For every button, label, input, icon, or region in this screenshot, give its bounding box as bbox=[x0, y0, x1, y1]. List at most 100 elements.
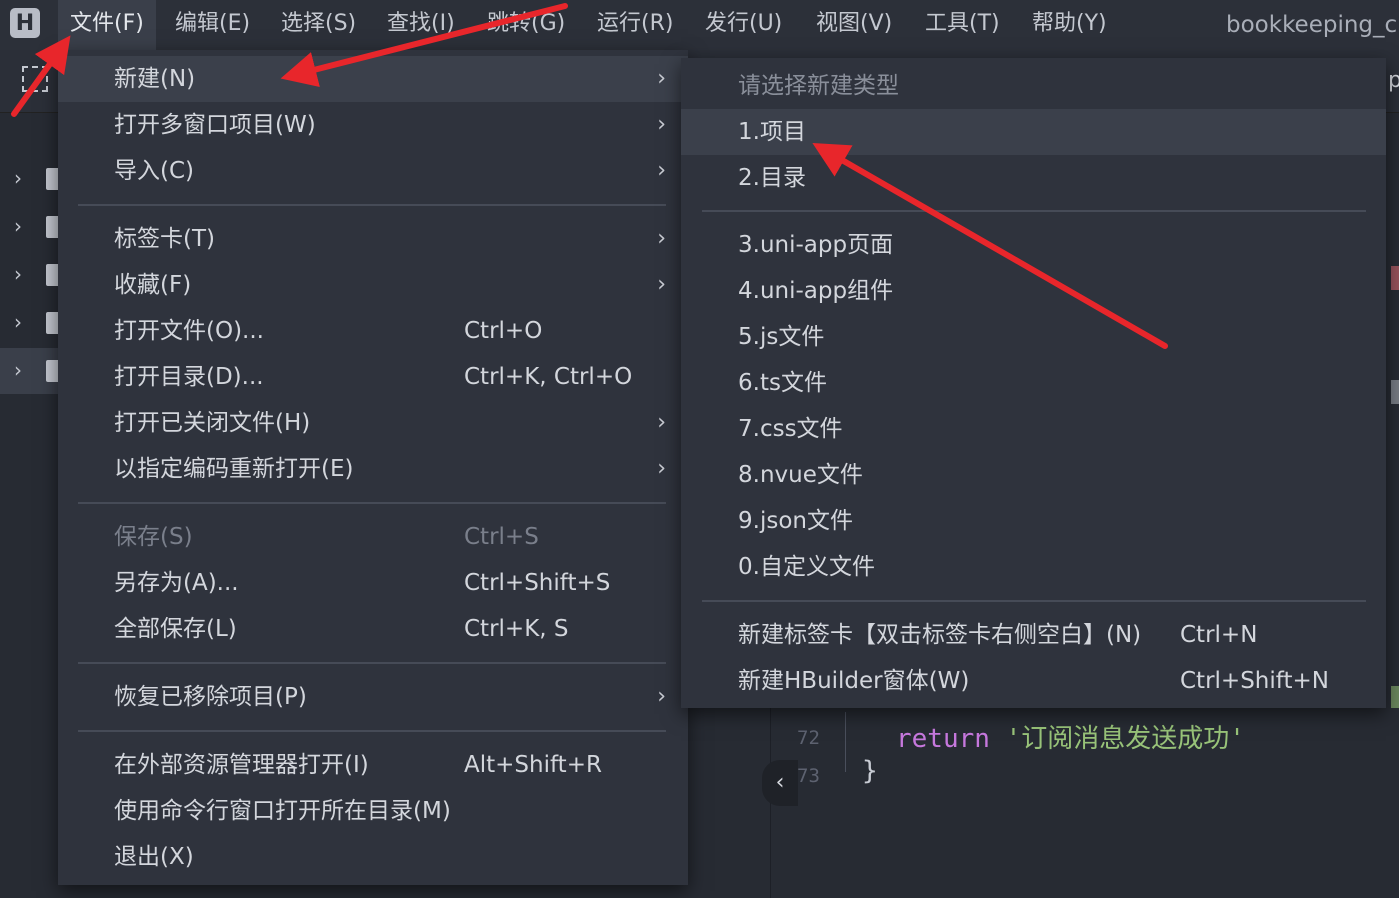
code-line: return '订阅消息发送成功' bbox=[896, 718, 1245, 755]
editor-tab[interactable]: p bbox=[1388, 68, 1399, 93]
menu-item-open-multi-window-project[interactable]: 打开多窗口项目(W) › bbox=[58, 102, 688, 148]
chevron-right-icon: › bbox=[657, 158, 666, 183]
menubar: H 文件(F) 编辑(E) 选择(S) 查找(I) 跳转(G) 运行(R) 发行… bbox=[0, 0, 1399, 50]
tree-item[interactable]: › bbox=[0, 156, 60, 202]
menu-item-import[interactable]: 导入(C) › bbox=[58, 148, 688, 194]
menu-item-favorites[interactable]: 收藏(F) › bbox=[58, 262, 688, 308]
menu-publish[interactable]: 发行(U) bbox=[705, 0, 782, 50]
menu-item-label: 在外部资源管理器打开(I) bbox=[114, 752, 369, 778]
menu-goto[interactable]: 跳转(G) bbox=[487, 0, 565, 50]
menu-item-label: 保存(S) bbox=[114, 524, 193, 550]
menu-separator bbox=[78, 204, 666, 206]
menu-item-open-file[interactable]: 打开文件(O)... Ctrl+O bbox=[58, 308, 688, 354]
menu-item-label: 打开文件(O)... bbox=[114, 318, 264, 344]
menu-item-new-project[interactable]: 1.项目 bbox=[681, 109, 1386, 155]
code-fragment bbox=[1391, 266, 1399, 290]
code-string: '订阅消息发送成功' bbox=[1005, 724, 1245, 754]
menu-item-shortcut: Alt+Shift+R bbox=[464, 752, 602, 778]
menu-item-label: 恢复已移除项目(P) bbox=[114, 684, 307, 710]
menu-select[interactable]: 选择(S) bbox=[281, 0, 356, 50]
menu-item-new-custom-file[interactable]: 0.自定义文件 bbox=[681, 544, 1386, 590]
menu-item-label: 另存为(A)... bbox=[114, 570, 239, 596]
menu-item-shortcut: Ctrl+S bbox=[464, 524, 539, 550]
menu-item-new-nvue-file[interactable]: 8.nvue文件 bbox=[681, 452, 1386, 498]
submenu-header: 请选择新建类型 bbox=[681, 63, 1386, 109]
menu-item-save-as[interactable]: 另存为(A)... Ctrl+Shift+S bbox=[58, 560, 688, 606]
menu-item-new-js-file[interactable]: 5.js文件 bbox=[681, 314, 1386, 360]
menu-find[interactable]: 查找(I) bbox=[387, 0, 455, 50]
menu-item-new-tab[interactable]: 新建标签卡【双击标签卡右侧空白】(N) Ctrl+N bbox=[681, 612, 1386, 658]
menu-item-reopen-with-encoding[interactable]: 以指定编码重新打开(E) › bbox=[58, 446, 688, 492]
menu-item-label: 新建(N) bbox=[114, 66, 196, 92]
menu-item-shortcut: Ctrl+Shift+N bbox=[1180, 668, 1329, 694]
chevron-right-icon: › bbox=[657, 456, 666, 481]
menu-item-label: 导入(C) bbox=[114, 158, 195, 184]
menu-item-label: 打开目录(D)... bbox=[114, 364, 264, 390]
code-keyword: return bbox=[896, 724, 990, 754]
submenu-header-label: 请选择新建类型 bbox=[738, 73, 899, 99]
indent-guide bbox=[845, 712, 846, 772]
chevron-right-icon: › bbox=[14, 166, 22, 190]
menu-item-label: 标签卡(T) bbox=[114, 226, 215, 252]
menu-item-shortcut: Ctrl+N bbox=[1180, 622, 1258, 648]
menu-separator bbox=[78, 502, 666, 504]
menu-item-shortcut: Ctrl+K, S bbox=[464, 616, 569, 642]
menu-item-new-json-file[interactable]: 9.json文件 bbox=[681, 498, 1386, 544]
menu-item-label: 打开已关闭文件(H) bbox=[114, 410, 311, 436]
menu-item-open-directory[interactable]: 打开目录(D)... Ctrl+K, Ctrl+O bbox=[58, 354, 688, 400]
menu-item-new-uniapp-component[interactable]: 4.uni-app组件 bbox=[681, 268, 1386, 314]
menu-item-shortcut: Ctrl+Shift+S bbox=[464, 570, 611, 596]
new-submenu: 请选择新建类型 1.项目 2.目录 3.uni-app页面 4.uni-app组… bbox=[681, 58, 1386, 708]
menu-item-label: 5.js文件 bbox=[738, 324, 825, 350]
menu-item-new-hbuilder-window[interactable]: 新建HBuilder窗体(W) Ctrl+Shift+N bbox=[681, 658, 1386, 704]
menu-item-save-all[interactable]: 全部保存(L) Ctrl+K, S bbox=[58, 606, 688, 652]
tree-item[interactable]: › bbox=[0, 300, 60, 346]
chevron-right-icon: › bbox=[657, 226, 666, 251]
menu-item-new-directory[interactable]: 2.目录 bbox=[681, 155, 1386, 201]
menu-item-label: 收藏(F) bbox=[114, 272, 192, 298]
menu-run[interactable]: 运行(R) bbox=[597, 0, 673, 50]
menu-item-save: 保存(S) Ctrl+S bbox=[58, 514, 688, 560]
hbuilder-logo-icon[interactable]: H bbox=[10, 8, 40, 38]
menu-item-tabs[interactable]: 标签卡(T) › bbox=[58, 216, 688, 262]
menu-item-open-in-explorer[interactable]: 在外部资源管理器打开(I) Alt+Shift+R bbox=[58, 742, 688, 788]
tree-item-selected[interactable]: › bbox=[0, 348, 60, 394]
menu-item-new-ts-file[interactable]: 6.ts文件 bbox=[681, 360, 1386, 406]
menu-item-label: 3.uni-app页面 bbox=[738, 232, 894, 258]
file-menu: 新建(N) › 打开多窗口项目(W) › 导入(C) › 标签卡(T) › 收藏… bbox=[58, 50, 688, 885]
menu-item-label: 新建标签卡【双击标签卡右侧空白】(N) bbox=[738, 622, 1142, 648]
menu-view[interactable]: 视图(V) bbox=[816, 0, 892, 50]
tree-item[interactable]: › bbox=[0, 204, 60, 250]
menu-item-open-closed-file[interactable]: 打开已关闭文件(H) › bbox=[58, 400, 688, 446]
menu-edit[interactable]: 编辑(E) bbox=[175, 0, 250, 50]
menu-item-exit[interactable]: 退出(X) bbox=[58, 834, 688, 880]
menu-item-shortcut: Ctrl+K, Ctrl+O bbox=[464, 364, 633, 390]
menu-tools[interactable]: 工具(T) bbox=[925, 0, 1000, 50]
menu-separator bbox=[702, 600, 1366, 602]
window-title: bookkeeping_c bbox=[1226, 12, 1398, 38]
menu-help[interactable]: 帮助(Y) bbox=[1032, 0, 1107, 50]
chevron-right-icon: › bbox=[657, 112, 666, 137]
menu-item-label: 4.uni-app组件 bbox=[738, 278, 894, 304]
code-fragment bbox=[1391, 686, 1399, 708]
menu-item-label: 7.css文件 bbox=[738, 416, 843, 442]
chevron-right-icon: › bbox=[657, 66, 666, 91]
menu-item-label: 0.自定义文件 bbox=[738, 554, 875, 580]
menu-file[interactable]: 文件(F) bbox=[58, 0, 156, 50]
menu-item-label: 2.目录 bbox=[738, 165, 806, 191]
menu-item-open-in-terminal[interactable]: 使用命令行窗口打开所在目录(M) bbox=[58, 788, 688, 834]
line-number: 72 bbox=[797, 727, 820, 749]
chevron-right-icon: › bbox=[14, 358, 22, 382]
menu-item-label: 全部保存(L) bbox=[114, 616, 237, 642]
collapse-panel-button[interactable]: ‹ bbox=[762, 760, 798, 806]
menu-item-new-uniapp-page[interactable]: 3.uni-app页面 bbox=[681, 222, 1386, 268]
chevron-right-icon: › bbox=[657, 684, 666, 709]
menu-item-label: 9.json文件 bbox=[738, 508, 853, 534]
tree-item[interactable]: › bbox=[0, 252, 60, 298]
menu-item-new-css-file[interactable]: 7.css文件 bbox=[681, 406, 1386, 452]
new-file-icon[interactable] bbox=[22, 66, 48, 92]
menu-separator bbox=[78, 730, 666, 732]
chevron-right-icon: › bbox=[14, 310, 22, 334]
menu-item-restore-removed-project[interactable]: 恢复已移除项目(P) › bbox=[58, 674, 688, 720]
menu-item-new[interactable]: 新建(N) › bbox=[58, 56, 688, 102]
